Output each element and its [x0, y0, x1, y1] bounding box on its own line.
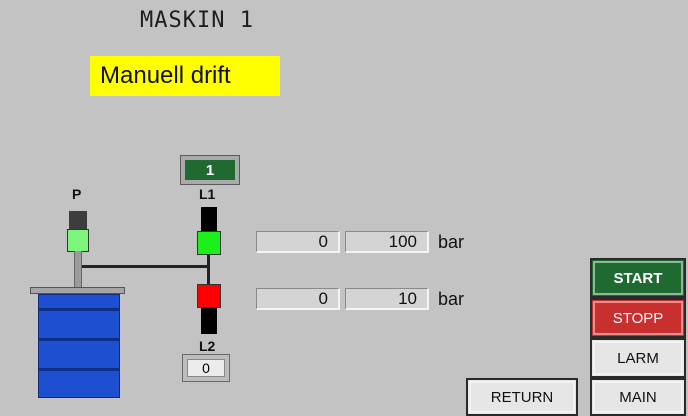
pressure2-setpoint-field[interactable]: 10 — [345, 288, 429, 310]
barrel-rim — [30, 287, 125, 294]
barrel-band — [38, 368, 120, 371]
return-button[interactable]: RETURN — [466, 378, 578, 416]
start-button[interactable]: START — [590, 258, 686, 298]
stopp-button[interactable]: STOPP — [590, 298, 686, 338]
valve2-label: L2 — [199, 338, 216, 354]
valve1-top-block — [201, 207, 217, 232]
pump-indicator-cap — [69, 211, 87, 231]
pump-label: P — [72, 186, 82, 202]
pipe-vertical — [207, 255, 210, 285]
main-button[interactable]: MAIN — [590, 378, 686, 416]
valve2-bottom-block — [201, 308, 217, 334]
larm-button[interactable]: LARM — [590, 338, 686, 378]
pressure2-actual-field: 0 — [256, 288, 340, 310]
pressure1-actual-field: 0 — [256, 231, 340, 253]
pipe-horizontal — [82, 265, 210, 268]
counter-value: 1 — [185, 160, 235, 180]
l2-value: 0 — [187, 359, 225, 377]
pressure1-unit: bar — [438, 232, 465, 252]
screen-title: MASKIN 1 — [140, 8, 254, 33]
valve1-label: L1 — [199, 186, 216, 202]
pressure1-setpoint-field[interactable]: 100 — [345, 231, 429, 253]
barrel-band — [38, 338, 120, 341]
pump-status-light — [67, 229, 89, 252]
mode-indicator: Manuell drift — [90, 56, 280, 96]
barrel-band — [38, 308, 120, 311]
pump-shaft — [74, 251, 82, 289]
l2-value-display: 0 — [182, 354, 230, 382]
pressure2-unit: bar — [438, 289, 465, 309]
counter-display: 1 — [180, 155, 240, 185]
valve2-status-light — [197, 284, 221, 308]
valve1-status-light — [197, 231, 221, 255]
